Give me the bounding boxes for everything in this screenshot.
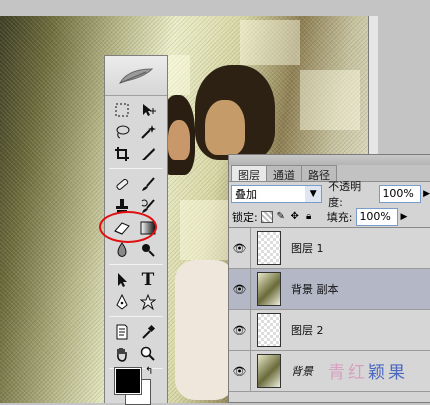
lasso-icon[interactable] <box>109 121 135 143</box>
figure-face-woman <box>168 120 190 160</box>
fill-input[interactable]: 100% <box>356 207 399 226</box>
watermark-part: 颖果 <box>368 363 408 383</box>
layer-row[interactable]: 👁︎ 图层 2 <box>229 309 430 351</box>
feather-logo-icon <box>118 67 154 84</box>
layer-thumbnail <box>257 231 281 265</box>
layer-thumbnail <box>257 313 281 347</box>
watermark: 青红颖果 <box>328 358 408 383</box>
eye-icon[interactable]: 👁︎ <box>229 227 251 269</box>
blend-mode-value: 叠加 <box>235 188 257 201</box>
eye-icon[interactable]: 👁︎ <box>229 309 251 351</box>
eyedropper-icon[interactable] <box>135 321 161 343</box>
canvas-tile <box>180 200 230 260</box>
dodge-icon[interactable] <box>135 239 161 261</box>
healing-brush-icon[interactable] <box>109 173 135 195</box>
toolbox-divider <box>109 264 163 265</box>
blend-mode-select[interactable]: 叠加 ▼ <box>231 185 323 203</box>
pen-icon[interactable] <box>109 291 135 313</box>
fill-label: 填充: <box>326 210 353 224</box>
watermark-part: 青红 <box>328 363 368 383</box>
lock-pixels-icon[interactable]: ✎ <box>275 211 287 223</box>
blend-row: 叠加 ▼ 不透明度: 100% ▶ <box>229 180 430 209</box>
zoom-icon[interactable] <box>135 343 161 365</box>
lock-position-icon[interactable]: ✥ <box>289 211 301 223</box>
foreground-color-swatch[interactable] <box>114 367 142 395</box>
magic-wand-icon[interactable] <box>135 121 161 143</box>
slice-icon[interactable] <box>135 143 161 165</box>
brush-icon[interactable] <box>135 173 161 195</box>
eye-icon[interactable]: 👁︎ <box>229 268 251 310</box>
canvas-tile <box>240 20 300 65</box>
toolbox-divider <box>109 316 163 317</box>
layer-row[interactable]: 👁︎ 背景 副本 <box>229 268 430 310</box>
opacity-arrow-icon[interactable]: ▶ <box>423 189 430 199</box>
lock-row: 锁定: ✎ ✥ 🔒︎ 填充: 100% ▶ <box>229 206 430 228</box>
figure-dress <box>175 260 235 400</box>
opacity-input[interactable]: 100% <box>379 185 422 203</box>
tab-channels[interactable]: 通道 <box>266 165 302 182</box>
tab-layers[interactable]: 图层 <box>231 165 267 182</box>
lock-label: 锁定: <box>232 210 258 224</box>
layer-name: 图层 1 <box>291 242 324 255</box>
figure-face-man <box>205 100 245 155</box>
path-select-icon[interactable] <box>109 269 135 291</box>
layer-thumbnail <box>257 354 281 388</box>
layer-name: 背景 副本 <box>291 283 339 296</box>
toolbox-divider <box>109 168 163 169</box>
notes-icon[interactable] <box>109 321 135 343</box>
highlight-circle <box>99 211 157 243</box>
fill-arrow-icon[interactable]: ▶ <box>400 212 407 222</box>
type-icon[interactable]: T <box>135 269 161 291</box>
marquee-icon[interactable] <box>109 99 135 121</box>
lock-transparent-icon[interactable] <box>260 210 273 223</box>
layer-name: 背景 <box>291 365 313 378</box>
lock-all-icon[interactable]: 🔒︎ <box>303 211 315 223</box>
canvas-tile <box>300 70 360 130</box>
opacity-label: 不透明度: <box>328 180 362 209</box>
move-icon[interactable] <box>135 99 161 121</box>
panel-titlebar[interactable] <box>229 155 430 165</box>
crop-icon[interactable] <box>109 143 135 165</box>
shape-icon[interactable] <box>135 291 161 313</box>
layer-row[interactable]: 👁︎ 图层 1 <box>229 227 430 269</box>
layer-name: 图层 2 <box>291 324 324 337</box>
toolbox-header[interactable] <box>105 56 167 96</box>
layer-thumbnail <box>257 272 281 306</box>
swap-colors-icon[interactable]: ↰ <box>145 366 153 377</box>
hand-icon[interactable] <box>109 343 135 365</box>
canvas-top-bar <box>0 0 378 16</box>
chevron-down-icon[interactable]: ▼ <box>305 186 322 202</box>
eye-icon[interactable]: 👁︎ <box>229 350 251 392</box>
